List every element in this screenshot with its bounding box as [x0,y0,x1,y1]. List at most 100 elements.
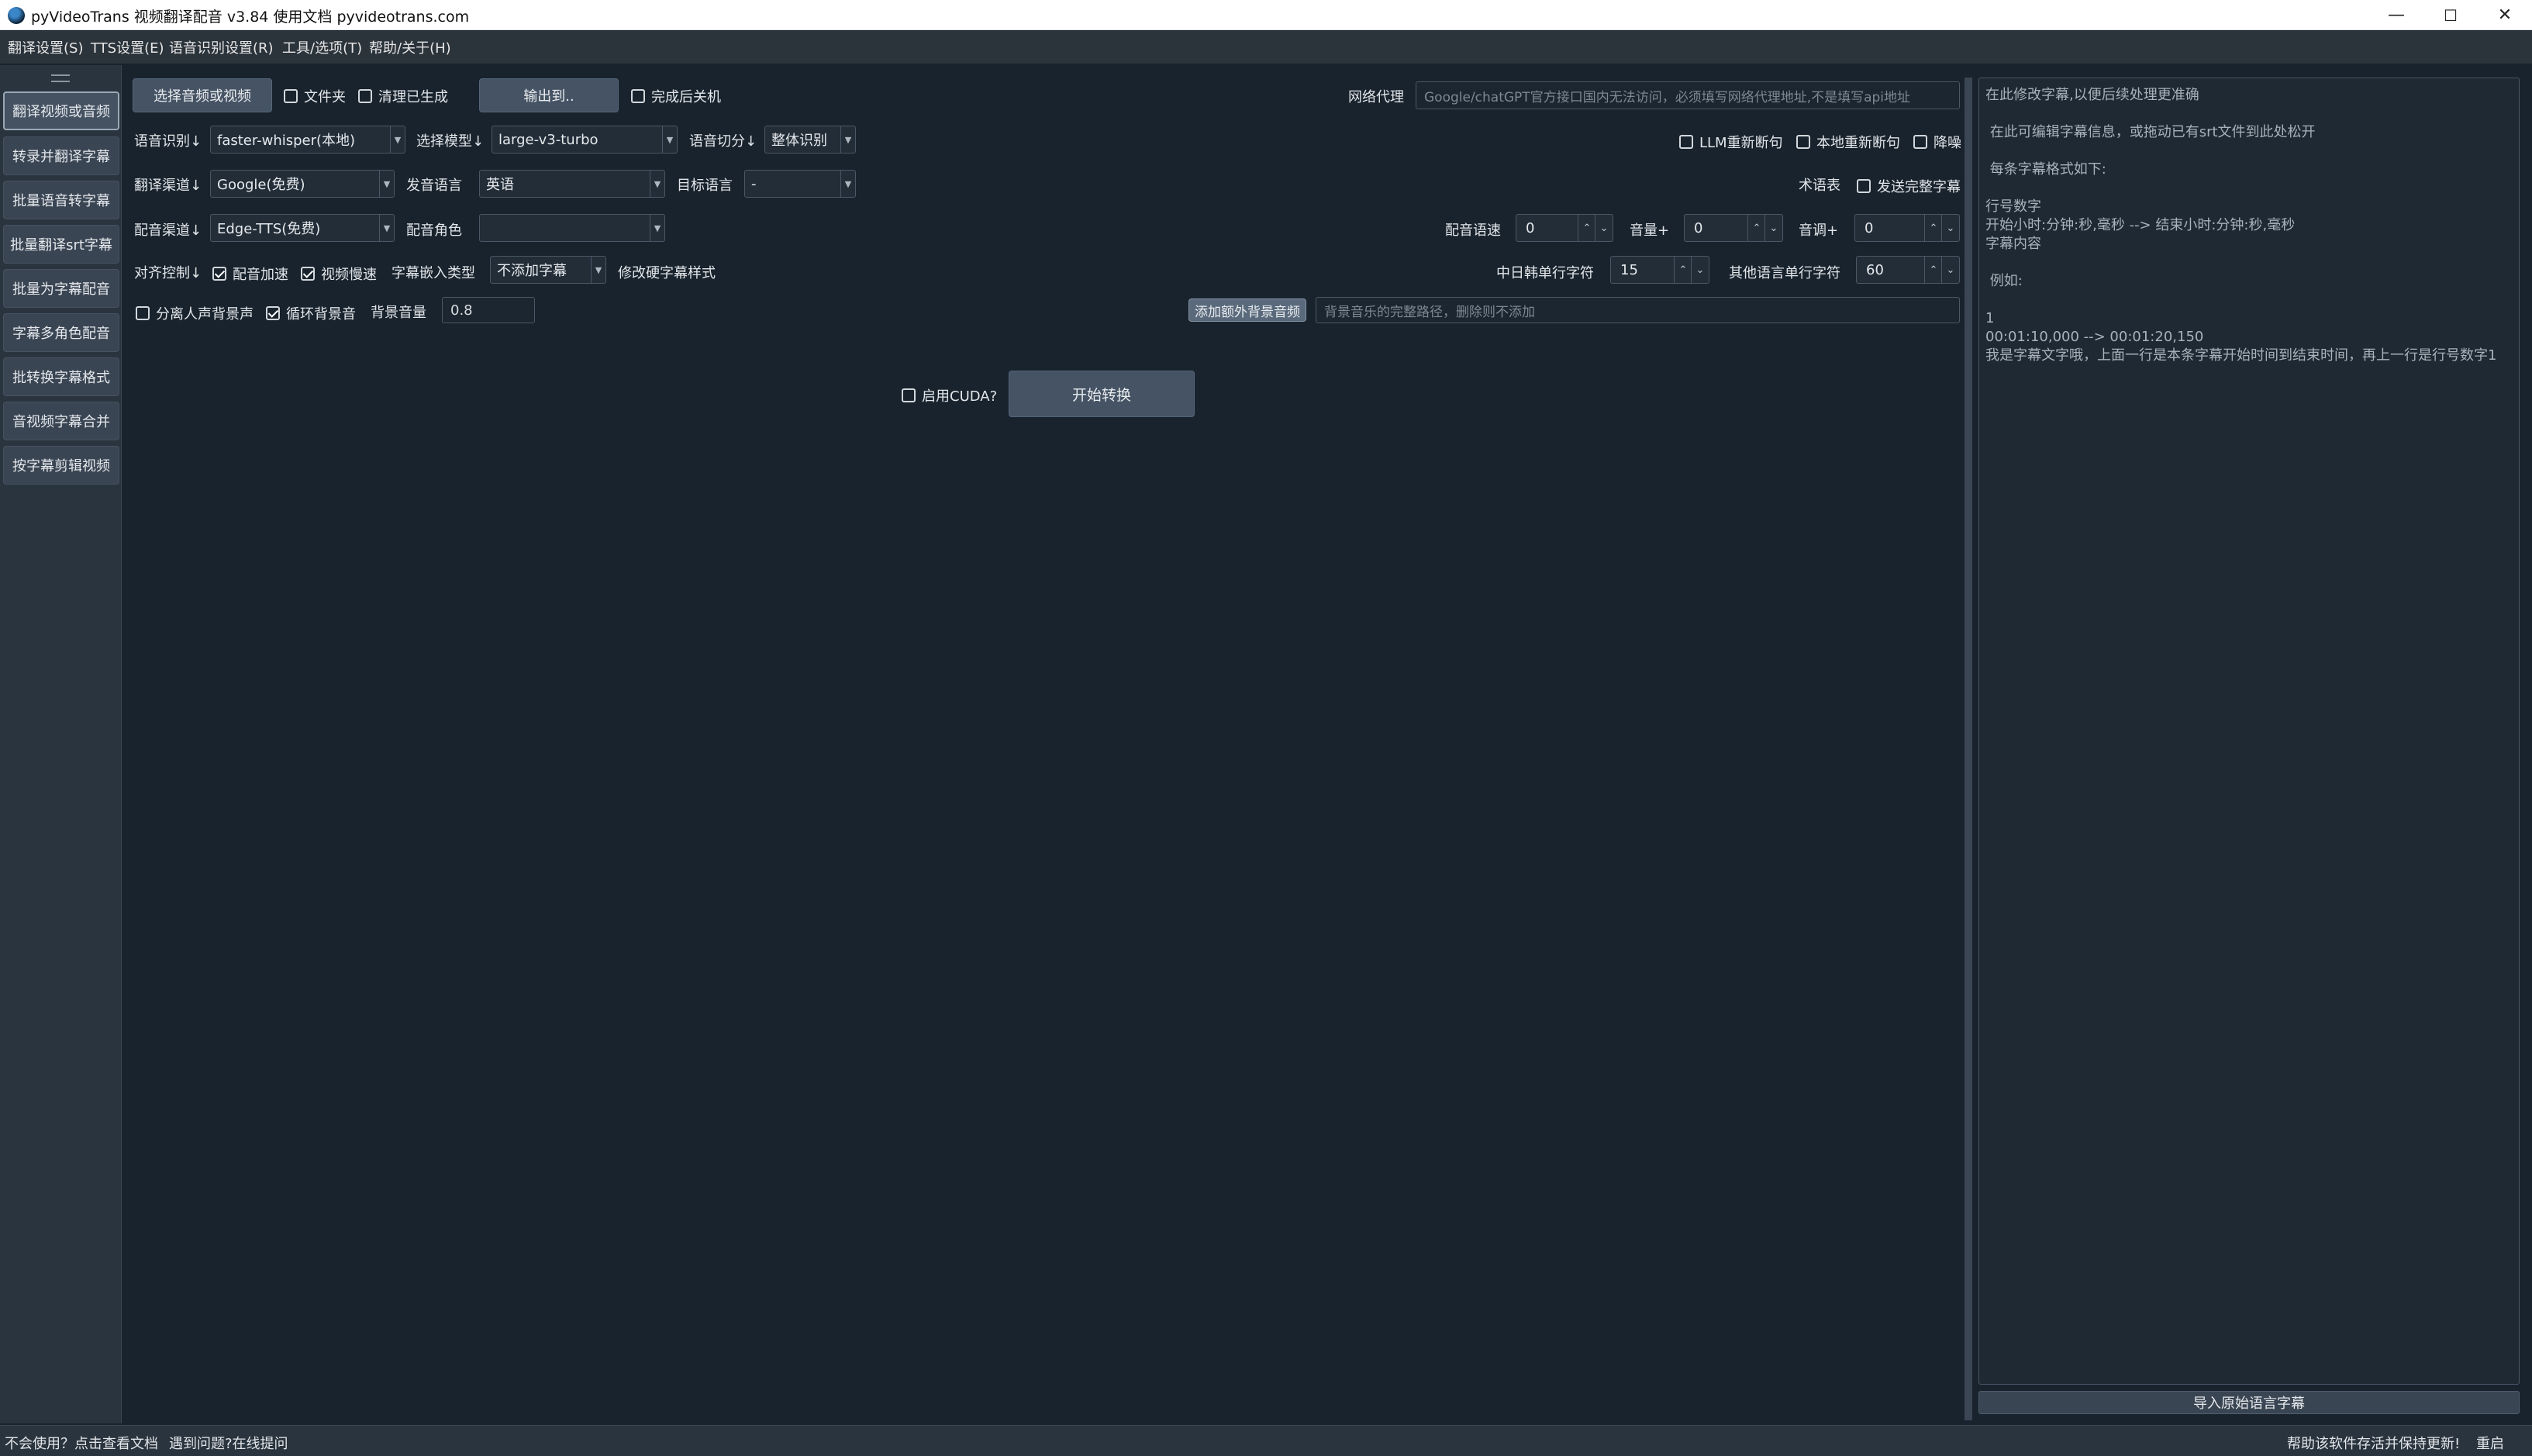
shutdown-after-checkbox[interactable]: 完成后关机 [631,86,721,106]
subtitle-embed-select[interactable]: 不添加字幕 ▼ [490,256,606,284]
spin-up-icon[interactable]: ⌃ [1578,215,1595,241]
restart-link[interactable]: 重启 [2476,1433,2504,1453]
cjk-chars-spinbox[interactable]: 15 ⌃ ⌄ [1610,256,1709,284]
checkbox-box [1679,135,1693,149]
loop-background-checkbox[interactable]: 循环背景音 [266,303,356,323]
spin-up-icon[interactable]: ⌃ [1924,257,1942,283]
subtitle-embed-label: 字幕嵌入类型 [392,265,475,281]
checkbox-box [1857,179,1871,193]
maximize-button[interactable]: ☐ [2423,0,2478,30]
llm-resplit-checkbox[interactable]: LLM重新断句 [1679,132,1783,152]
sidebar-item-batch-translate-srt[interactable]: 批量翻译srt字幕 [3,225,119,264]
spin-down-icon[interactable]: ⌄ [1595,215,1613,241]
target-language-select[interactable]: - ▼ [744,170,856,198]
chevron-down-icon: ▼ [650,171,664,197]
asr-label: 语音识别↓ [134,133,202,150]
sidebar-item-clip-by-subtitle[interactable]: 按字幕剪辑视频 [3,446,119,485]
sidebar-item-transcribe-translate[interactable]: 转录并翻译字幕 [3,136,119,175]
source-language-select[interactable]: 英语 ▼ [479,170,665,198]
split-label: 语音切分↓ [689,133,757,150]
split-select[interactable]: 整体识别 ▼ [764,126,856,154]
tts-channel-select[interactable]: Edge-TTS(免费) ▼ [210,214,395,242]
spin-down-icon[interactable]: ⌄ [1941,257,1959,283]
voice-role-label: 配音角色 [406,223,462,239]
asr-select[interactable]: faster-whisper(本地) ▼ [210,126,405,154]
target-language-label: 目标语言 [677,178,733,194]
glossary-label[interactable]: 术语表 [1799,174,1840,195]
clear-generated-checkbox[interactable]: 清理已生成 [358,86,448,106]
spin-down-icon[interactable]: ⌄ [1941,215,1959,241]
voice-role-select[interactable]: ▼ [479,214,665,242]
model-label: 选择模型↓ [416,133,485,150]
chevron-down-icon: ▼ [662,126,677,153]
source-language-label: 发音语言 [406,178,462,194]
sidebar-item-batch-dub[interactable]: 批量为字幕配音 [3,269,119,308]
app-logo-icon [8,7,25,24]
hard-subtitle-style-link[interactable]: 修改硬字幕样式 [618,262,716,282]
close-button[interactable]: ✕ [2478,0,2532,30]
chevron-down-icon: ▼ [390,126,405,153]
proxy-label: 网络代理 [1348,89,1404,105]
tts-channel-label: 配音渠道↓ [134,223,202,239]
spin-up-icon[interactable]: ⌃ [1924,215,1942,241]
sidebar-item-convert-format[interactable]: 批转换字幕格式 [3,357,119,396]
sidebar-grip-icon[interactable] [51,74,70,82]
video-slow-checkbox[interactable]: 视频慢速 [301,264,377,284]
separate-vocals-checkbox[interactable]: 分离人声背景声 [136,303,254,323]
menu-tools[interactable]: 工具/选项(T) [282,37,362,57]
pitch-spinbox[interactable]: 0 ⌃ ⌄ [1854,214,1960,242]
local-resplit-checkbox[interactable]: 本地重新断句 [1796,132,1900,152]
bg-volume-label: 背景音量 [371,305,426,321]
subtitle-editor[interactable]: 在此修改字幕,以便后续处理更准确 在此可编辑字幕信息，或拖动已有srt文件到此处… [1978,78,2520,1385]
menu-asr-settings[interactable]: 语音识别设置(R) [169,37,274,57]
spin-down-icon[interactable]: ⌄ [1764,215,1782,241]
send-full-subtitle-checkbox[interactable]: 发送完整字幕 [1857,176,1961,196]
proxy-input[interactable]: Google/chatGPT官方接口国内无法访问，必须填写网络代理地址,不是填写… [1416,81,1960,109]
translate-channel-label: 翻译渠道↓ [134,178,202,194]
spin-up-icon[interactable]: ⌃ [1747,215,1765,241]
select-media-button[interactable]: 选择音频或视频 [133,78,272,112]
bg-volume-input[interactable]: 0.8 [442,297,535,323]
support-link[interactable]: 帮助该软件存活并保持更新! [2287,1433,2460,1453]
chevron-down-icon: ▼ [840,171,855,197]
window-title: pyVideoTrans 视频翻译配音 v3.84 使用文档 pyvideotr… [31,9,470,26]
spin-down-icon[interactable]: ⌄ [1691,257,1709,283]
volume-spinbox[interactable]: 0 ⌃ ⌄ [1684,214,1783,242]
help-doc-link[interactable]: 不会使用？点击查看文档 [5,1433,158,1453]
speech-rate-spinbox[interactable]: 0 ⌃ ⌄ [1516,214,1613,242]
checkbox-box [301,267,315,281]
checkbox-box [1913,135,1927,149]
chevron-down-icon: ▼ [379,171,394,197]
import-original-subtitle-button[interactable]: 导入原始语言字幕 [1978,1391,2520,1414]
sidebar-item-batch-asr[interactable]: 批量语音转字幕 [3,181,119,219]
add-background-audio-button[interactable]: 添加额外背景音频 [1188,298,1306,322]
translate-channel-select[interactable]: Google(免费) ▼ [210,170,395,198]
checkbox-box [631,89,645,103]
spin-up-icon[interactable]: ⌃ [1674,257,1692,283]
chevron-down-icon: ▼ [650,215,664,241]
other-chars-spinbox[interactable]: 60 ⌃ ⌄ [1856,256,1960,284]
minimize-button[interactable]: — [2369,0,2423,30]
enable-cuda-checkbox[interactable]: 启用CUDA? [902,385,997,405]
menu-tts-settings[interactable]: TTS设置(E) [91,37,164,57]
sidebar-item-merge-av-subtitle[interactable]: 音视频字幕合并 [3,402,119,440]
model-select[interactable]: large-v3-turbo ▼ [492,126,678,154]
folder-checkbox[interactable]: 文件夹 [284,86,346,106]
sidebar-item-translate-video[interactable]: 翻译视频或音频 [3,91,119,130]
ask-online-link[interactable]: 遇到问题?在线提问 [169,1433,288,1453]
denoise-checkbox[interactable]: 降噪 [1913,132,1961,152]
checkbox-box [266,306,280,320]
sidebar-item-multi-role-dub[interactable]: 字幕多角色配音 [3,313,119,352]
menu-help[interactable]: 帮助/关于(H) [369,37,451,57]
speech-rate-label: 配音语速 [1445,223,1501,239]
chevron-down-icon: ▼ [379,215,394,241]
tts-speedup-checkbox[interactable]: 配音加速 [212,264,288,284]
background-path-input[interactable]: 背景音乐的完整路径，删除则不添加 [1316,297,1960,323]
menu-translate-settings[interactable]: 翻译设置(S) [8,37,83,57]
start-convert-button[interactable]: 开始转换 [1009,371,1195,417]
menu-bar: 翻译设置(S) TTS设置(E) 语音识别设置(R) 工具/选项(T) 帮助/关… [0,31,2532,64]
output-to-button[interactable]: 输出到.. [479,78,619,112]
panel-splitter[interactable] [1965,78,1972,1420]
other-chars-label: 其他语言单行字符 [1729,265,1840,281]
title-bar: pyVideoTrans 视频翻译配音 v3.84 使用文档 pyvideotr… [0,0,2532,30]
